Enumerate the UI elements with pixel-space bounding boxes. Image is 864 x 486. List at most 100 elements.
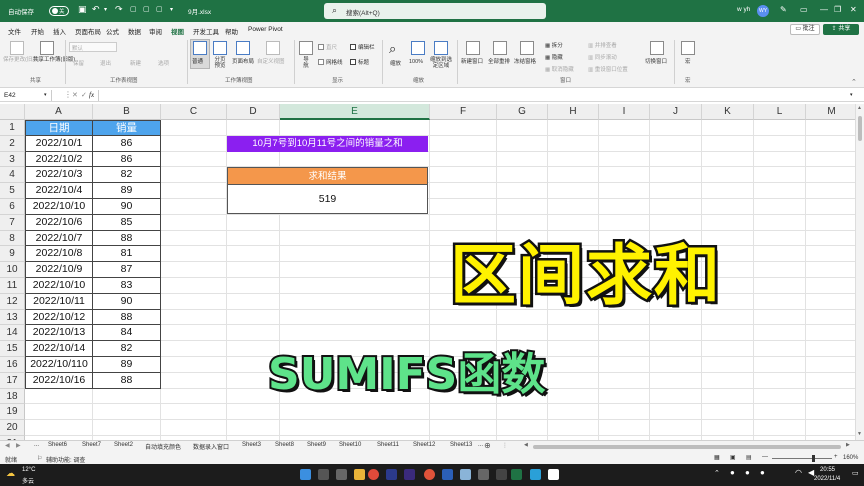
- clock-time[interactable]: 20:55: [820, 467, 835, 473]
- table-cell[interactable]: 86: [93, 135, 161, 152]
- app2-icon[interactable]: [460, 469, 471, 480]
- clock-date[interactable]: 2022/11/4: [814, 476, 840, 482]
- zoom-slider-thumb[interactable]: [812, 455, 815, 462]
- table-cell[interactable]: 88: [93, 230, 161, 247]
- search-box[interactable]: ⌕ 搜索(Alt+Q): [324, 3, 546, 19]
- side-by-side-button[interactable]: ▥ 并排查看: [588, 41, 617, 49]
- column-header-f[interactable]: F: [430, 104, 497, 120]
- sheet-tab[interactable]: Sheet11: [377, 442, 399, 448]
- share-button[interactable]: ⇪ 共享: [823, 24, 859, 35]
- table-cell[interactable]: 2022/10/4: [25, 183, 93, 199]
- photoshop-icon[interactable]: [386, 469, 397, 480]
- restore-icon[interactable]: ❐: [834, 5, 841, 14]
- table-cell[interactable]: 2022/10/6: [25, 214, 93, 231]
- column-header-e[interactable]: E: [280, 104, 430, 120]
- quick-access-icon-3[interactable]: ▢: [156, 5, 163, 13]
- tab-help[interactable]: 帮助: [225, 26, 238, 36]
- start-icon[interactable]: [300, 469, 311, 480]
- close-icon[interactable]: ✕: [850, 5, 857, 14]
- sheet-tab[interactable]: 自动填充颜色: [145, 442, 181, 451]
- table-cell[interactable]: 89: [93, 183, 161, 199]
- column-header-c[interactable]: C: [161, 104, 227, 120]
- app-icon[interactable]: [424, 469, 435, 480]
- row-header-1[interactable]: 1: [0, 120, 25, 136]
- row-header-3[interactable]: 3: [0, 151, 25, 168]
- zoom-out-icon[interactable]: —: [762, 454, 768, 460]
- table-cell[interactable]: 2022/10/7: [25, 230, 93, 247]
- redo-icon[interactable]: ↷: [115, 4, 123, 15]
- premiere-icon[interactable]: [404, 469, 415, 480]
- scroll-right-icon[interactable]: ▶: [846, 442, 850, 448]
- app3-icon[interactable]: [478, 469, 489, 480]
- sheet-tab[interactable]: 数据录入窗口: [193, 442, 229, 451]
- table-cell[interactable]: 88: [93, 309, 161, 326]
- table-cell[interactable]: 2022/10/10: [25, 199, 93, 215]
- sheet-tab[interactable]: ...: [478, 442, 483, 448]
- column-header-a[interactable]: A: [25, 104, 93, 120]
- column-header-k[interactable]: K: [702, 104, 754, 120]
- table-cell[interactable]: 2022/10/3: [25, 167, 93, 184]
- minimize-icon[interactable]: —: [820, 5, 828, 14]
- tab-review[interactable]: 审阅: [149, 26, 162, 36]
- row-header-7[interactable]: 7: [0, 214, 25, 231]
- table-cell[interactable]: 2022/10/2: [25, 151, 93, 168]
- customize-qat-icon[interactable]: ▾: [170, 6, 173, 13]
- row-header-13[interactable]: 13: [0, 309, 25, 326]
- table-cell[interactable]: 90: [93, 293, 161, 310]
- tab-data[interactable]: 数据: [128, 26, 141, 36]
- table-cell[interactable]: 82: [93, 167, 161, 184]
- sheet-tab[interactable]: Sheet10: [339, 442, 361, 448]
- sheet-tab[interactable]: Sheet12: [413, 442, 435, 448]
- table-cell[interactable]: 2022/10/9: [25, 262, 93, 278]
- sync-scroll-button[interactable]: ▥ 同步滚动: [588, 53, 617, 61]
- page-break-button[interactable]: 分页预览: [212, 57, 228, 69]
- table-cell[interactable]: 2022/10/14: [25, 341, 93, 357]
- page-layout-button[interactable]: 页面布局: [232, 57, 254, 65]
- sheet-tab[interactable]: Sheet6: [48, 442, 67, 448]
- zoom-level[interactable]: 160%: [843, 455, 858, 461]
- column-header-i[interactable]: I: [599, 104, 650, 120]
- row-header-20[interactable]: 20: [0, 420, 25, 436]
- table-cell[interactable]: 2022/10/10: [25, 278, 93, 294]
- app5-icon[interactable]: [530, 469, 541, 480]
- table-cell[interactable]: 2022/10/110: [25, 357, 93, 373]
- app4-icon[interactable]: [496, 469, 507, 480]
- save-icon[interactable]: ▣: [78, 4, 87, 15]
- result-header[interactable]: 求和结果: [227, 167, 428, 184]
- row-header-18[interactable]: 18: [0, 388, 25, 405]
- more-options-icon[interactable]: ⋮: [502, 442, 508, 449]
- table-cell[interactable]: 2022/10/1: [25, 135, 93, 152]
- table-cell[interactable]: 2022/10/12: [25, 309, 93, 326]
- table-cell[interactable]: 2022/10/13: [25, 325, 93, 342]
- reset-position-button[interactable]: ▥ 重设窗口位置: [588, 65, 628, 73]
- table-cell[interactable]: 81: [93, 246, 161, 263]
- chrome-icon[interactable]: [368, 469, 379, 480]
- table-cell[interactable]: 2022/10/11: [25, 293, 93, 310]
- sheet-tab[interactable]: Sheet9: [307, 442, 326, 448]
- row-header-6[interactable]: 6: [0, 199, 25, 215]
- zoom-selection-button[interactable]: 缩放到选定区域: [429, 57, 453, 69]
- tab-insert[interactable]: 插入: [53, 26, 66, 36]
- tray-icon-1[interactable]: ●: [730, 468, 735, 477]
- quick-access-icon-1[interactable]: ▢: [130, 5, 137, 13]
- arrange-all-button[interactable]: 全部重排: [488, 57, 510, 65]
- sheet-tab[interactable]: Sheet2: [114, 442, 133, 448]
- sheet-tab[interactable]: ...: [34, 442, 39, 448]
- exit-button[interactable]: 退出: [100, 59, 111, 67]
- enter-icon[interactable]: ✓: [81, 91, 87, 99]
- function-icon[interactable]: fx: [89, 91, 94, 99]
- hide-button[interactable]: ▦ 隐藏: [545, 53, 563, 61]
- row-header-15[interactable]: 15: [0, 341, 25, 357]
- new-button[interactable]: 新建: [130, 59, 141, 67]
- vertical-scrollbar[interactable]: ▲ ▼: [855, 104, 864, 440]
- page-break-status-icon[interactable]: ▤: [746, 454, 752, 461]
- expand-formula-icon[interactable]: ▾: [850, 92, 853, 98]
- pen-icon[interactable]: ✎: [780, 5, 787, 14]
- freeze-panes-button[interactable]: 冻结窗格: [514, 57, 536, 65]
- unhide-button[interactable]: ▦ 取消隐藏: [545, 65, 574, 73]
- table-cell[interactable]: 83: [93, 278, 161, 294]
- excel-icon[interactable]: [511, 469, 522, 480]
- search-taskbar-icon[interactable]: [318, 469, 329, 480]
- ribbon-display-icon[interactable]: ▭: [800, 5, 808, 14]
- new-window-button[interactable]: 新建窗口: [461, 57, 483, 65]
